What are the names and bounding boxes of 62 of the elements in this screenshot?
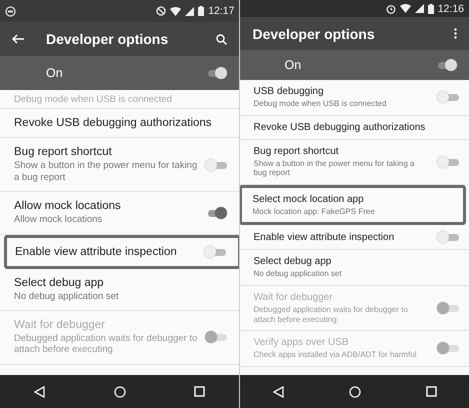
setting-title: Select debug app	[253, 256, 332, 268]
setting-title: Verify apps over USB	[253, 337, 350, 348]
alarm-clock-icon	[386, 4, 396, 14]
setting-summary: Allow mock locations	[14, 214, 104, 226]
settings-row[interactable]: Allow mock locations Allow mock locations	[0, 192, 240, 235]
clock-time: 12:17	[208, 5, 234, 17]
settings-row[interactable]: Bug report shortcut Show a button in the power menu for taking a bug report	[240, 140, 469, 185]
setting-summary: Show a button in the power menu for taking a bug report	[253, 158, 416, 178]
setting-title: Allow mock locations	[14, 200, 121, 212]
back-triangle-icon[interactable]	[272, 386, 284, 398]
home-circle-icon[interactable]	[114, 386, 126, 398]
setting-title: Bug report shortcut	[14, 146, 113, 158]
setting-title: Wait for debugger	[14, 318, 106, 331]
do-not-disturb-icon	[156, 6, 166, 16]
setting-summary: Check apps installed via ADB/ADT for harmful	[253, 350, 417, 360]
settings-row[interactable]: Enable view attribute inspection	[240, 225, 469, 250]
clock-time: 12:16	[438, 2, 464, 14]
settings-row[interactable]: Revoke USB debugging authorizations	[240, 116, 469, 140]
setting-title: Revoke USB debugging authorizations	[253, 122, 426, 133]
setting-title: Enable view attribute inspection	[253, 232, 394, 243]
switch-label: On	[46, 66, 63, 80]
setting-summary: Debug mode when USB is connected	[253, 99, 386, 109]
screen-title: Developer options	[46, 31, 170, 47]
recents-square-icon[interactable]	[194, 386, 206, 397]
switch-label: On	[284, 58, 302, 72]
battery-icon	[198, 6, 204, 16]
circle-badge-icon	[5, 6, 16, 16]
setting-title: Wait for debugger	[253, 292, 334, 303]
settings-row[interactable]: USB debugging Debug mode when USB is connected	[240, 80, 469, 116]
setting-title: Select debug app	[14, 276, 105, 289]
setting-summary: Show a button in the power menu for taking a bug report	[14, 160, 198, 184]
toggle-switch[interactable]	[437, 156, 459, 168]
signal-icon	[185, 6, 194, 16]
toggle-switch[interactable]	[204, 246, 226, 258]
setting-summary: Debugged application waits for debugger to attach before executing	[14, 332, 198, 356]
signal-icon	[414, 4, 424, 13]
screen-title: Developer options	[252, 26, 376, 42]
toggle-switch[interactable]	[437, 91, 459, 104]
home-circle-icon[interactable]	[348, 386, 361, 398]
settings-row[interactable]: Select debug app No debug application set	[240, 250, 469, 286]
setting-title: USB debugging	[253, 86, 325, 97]
more-options-icon[interactable]	[454, 28, 457, 39]
wifi-icon	[170, 6, 182, 16]
setting-title: Revoke USB debugging authorizations	[14, 117, 212, 130]
toggle-switch[interactable]	[437, 231, 459, 244]
battery-icon	[428, 4, 434, 14]
settings-row[interactable]: Enable view attribute inspection	[4, 234, 240, 269]
setting-title: Select mock location app	[252, 194, 365, 205]
setting-title: Enable view attribute inspection	[15, 246, 177, 258]
setting-summary: No debug application set	[253, 269, 342, 279]
settings-row[interactable]: Select mock location app Mock location app: FakeGPS Free	[240, 184, 466, 226]
toggle-switch[interactable]	[205, 158, 228, 171]
back-arrow-icon[interactable]	[12, 34, 24, 44]
setting-summary: Debugged application waits for debugger to attach before executing	[253, 304, 409, 324]
back-triangle-icon[interactable]	[34, 386, 46, 398]
wifi-icon	[400, 4, 411, 13]
recents-square-icon[interactable]	[426, 386, 437, 397]
setting-summary: Mock location app: FakeGPS Free	[252, 206, 375, 216]
setting-summary: No debug application set	[14, 290, 119, 302]
search-icon[interactable]	[216, 34, 228, 44]
setting-summary: Debug mode when USB is connected	[14, 94, 172, 106]
setting-title: Bug report shortcut	[253, 146, 340, 157]
